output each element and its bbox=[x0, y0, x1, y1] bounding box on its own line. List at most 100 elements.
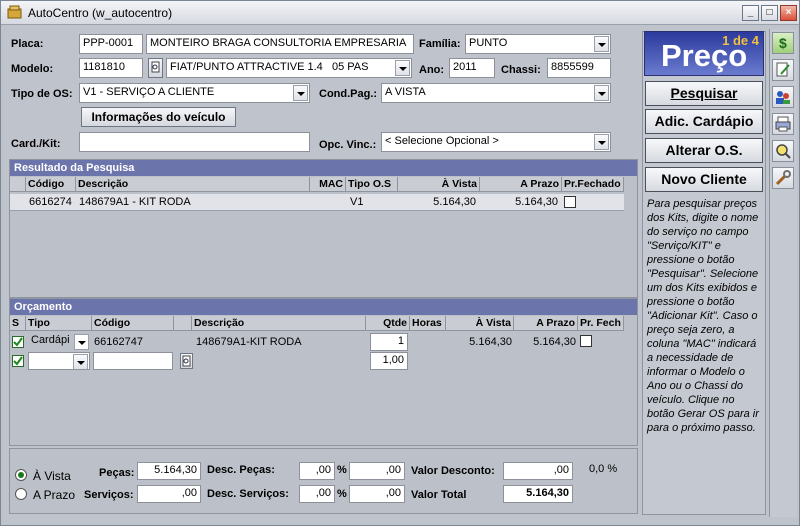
codigo-input[interactable] bbox=[93, 352, 173, 370]
table-row[interactable]: 6616274 148679A1 - KIT RODA V1 5.164,30 … bbox=[10, 194, 624, 211]
valor-total-field: 5.164,30 bbox=[503, 485, 573, 503]
tipo-os-select[interactable]: V1 - SERVIÇO A CLIENTE bbox=[79, 83, 310, 103]
chevron-down-icon[interactable] bbox=[594, 36, 609, 52]
cell-codigo: 66162747 bbox=[94, 336, 143, 348]
modelo-code-input[interactable]: 1181810 bbox=[79, 58, 143, 78]
search-codigo-button[interactable] bbox=[180, 353, 193, 369]
chevron-down-icon[interactable] bbox=[74, 334, 89, 350]
table-row[interactable]: Cardápi 66162747 148679A1-KIT RODA 1 5.1… bbox=[10, 333, 624, 351]
col-a-vista[interactable]: À Vista bbox=[398, 177, 480, 192]
minimize-button[interactable]: _ bbox=[742, 5, 759, 21]
col-pr-fech[interactable]: Pr. Fech bbox=[578, 316, 624, 331]
cond-pag-select[interactable]: A VISTA bbox=[381, 83, 611, 103]
maximize-button[interactable]: □ bbox=[761, 5, 778, 21]
valor-desconto-pct: 0,0 % bbox=[589, 463, 618, 475]
info-veiculo-button[interactable]: Informações do veículo bbox=[81, 107, 236, 127]
a-prazo-radio[interactable] bbox=[15, 488, 27, 500]
col-codigo[interactable]: Código bbox=[92, 316, 174, 331]
col-a-prazo[interactable]: A Prazo bbox=[514, 316, 578, 331]
tool-search[interactable] bbox=[772, 140, 794, 162]
ano-input[interactable]: 2011 bbox=[449, 58, 495, 78]
col-tipo-os[interactable]: Tipo O.S bbox=[346, 177, 398, 192]
cell-codigo: 6616274 bbox=[29, 196, 72, 208]
placa-label: Placa: bbox=[11, 38, 44, 50]
chevron-down-icon[interactable] bbox=[395, 60, 410, 76]
row-indicator-header bbox=[10, 177, 26, 192]
tool-price[interactable]: $ bbox=[772, 32, 794, 54]
col-horas[interactable]: Horas bbox=[410, 316, 446, 331]
servicos-label: Serviços: bbox=[84, 489, 134, 501]
col-descricao[interactable]: Descrição bbox=[76, 177, 310, 192]
chevron-down-icon[interactable] bbox=[293, 85, 308, 101]
alterar-os-button[interactable]: Alterar O.S. bbox=[645, 138, 763, 163]
desc-servicos-value-field[interactable]: ,00 bbox=[349, 485, 405, 503]
cell-descricao: 148679A1-KIT RODA bbox=[196, 336, 302, 348]
tipo-select[interactable] bbox=[28, 352, 90, 370]
col-codigo[interactable]: Código bbox=[26, 177, 76, 192]
app-icon bbox=[7, 5, 22, 19]
chassi-input[interactable]: 8855599 bbox=[547, 58, 611, 78]
col-a-prazo[interactable]: A Prazo bbox=[480, 177, 562, 192]
card-kit-label: Card./Kit: bbox=[11, 138, 61, 150]
opc-vinc-label: Opc. Vinc.: bbox=[319, 139, 377, 151]
servicos-field[interactable]: ,00 bbox=[137, 485, 201, 503]
panel-title: Preço bbox=[661, 38, 748, 73]
adic-cardapio-button[interactable]: Adic. Cardápio bbox=[645, 109, 763, 134]
card-kit-input[interactable] bbox=[79, 132, 310, 152]
tool-users[interactable] bbox=[772, 86, 794, 108]
close-button[interactable]: × bbox=[780, 5, 797, 21]
desc-servicos-pct-field[interactable]: ,00 bbox=[299, 485, 335, 503]
cliente-nome-field[interactable]: MONTEIRO BRAGA CONSULTORIA EMPRESARIA bbox=[146, 34, 414, 54]
col-mac[interactable]: MAC bbox=[310, 177, 346, 192]
chevron-down-icon[interactable] bbox=[73, 354, 88, 369]
modelo-select[interactable]: FIAT/PUNTO ATTRACTIVE 1.4 05 PAS bbox=[166, 58, 412, 78]
pecas-field[interactable]: 5.164,30 bbox=[137, 462, 201, 480]
desc-pecas-pct-field[interactable]: ,00 bbox=[299, 462, 335, 480]
qtde-input[interactable]: 1 bbox=[370, 333, 408, 351]
familia-select[interactable]: PUNTO bbox=[465, 34, 611, 54]
select-checkbox[interactable] bbox=[12, 336, 24, 348]
a-prazo-label: A Prazo bbox=[33, 488, 76, 502]
chevron-down-icon[interactable] bbox=[594, 85, 609, 101]
chevron-down-icon[interactable] bbox=[594, 134, 609, 150]
pr-fech-checkbox[interactable] bbox=[580, 335, 592, 347]
svg-text:$: $ bbox=[779, 35, 787, 51]
search-modelo-button[interactable] bbox=[148, 58, 163, 78]
totals-panel bbox=[9, 448, 638, 514]
opc-vinc-value: < Selecione Opcional > bbox=[385, 135, 499, 147]
select-checkbox[interactable] bbox=[12, 355, 24, 367]
col-descricao[interactable]: Descrição bbox=[192, 316, 366, 331]
desc-pecas-label: Desc. Peças: bbox=[207, 464, 275, 476]
placa-input[interactable]: PPP-0001 bbox=[79, 34, 143, 54]
check-icon bbox=[13, 337, 23, 347]
col-s[interactable]: S bbox=[10, 316, 26, 331]
magnifier-icon bbox=[776, 144, 791, 159]
cell-a-prazo: 5.164,30 bbox=[533, 336, 576, 348]
tool-edit[interactable] bbox=[772, 59, 794, 81]
desc-pecas-value-field[interactable]: ,00 bbox=[349, 462, 405, 480]
col-a-vista[interactable]: À Vista bbox=[446, 316, 514, 331]
pr-fechado-checkbox[interactable] bbox=[564, 196, 576, 208]
valor-desconto-field[interactable]: ,00 bbox=[503, 462, 573, 480]
title-bar[interactable]: AutoCentro (w_autocentro) _ □ × bbox=[1, 1, 799, 25]
col-pr-fechado[interactable]: Pr.Fechado bbox=[562, 177, 624, 192]
qtde-input[interactable]: 1,00 bbox=[370, 352, 408, 370]
col-qtde[interactable]: Qtde bbox=[366, 316, 410, 331]
check-icon bbox=[13, 356, 23, 366]
tool-print[interactable] bbox=[772, 113, 794, 135]
wrench-icon bbox=[775, 170, 791, 186]
pesquisar-button[interactable]: Pesquisar bbox=[645, 81, 763, 106]
a-vista-radio[interactable] bbox=[15, 469, 27, 481]
resultado-panel: Resultado da Pesquisa Código Descrição M… bbox=[9, 159, 638, 298]
col-tipo[interactable]: Tipo bbox=[26, 316, 92, 331]
tipo-select[interactable]: Cardápi bbox=[28, 333, 90, 351]
col-lookup bbox=[174, 316, 192, 331]
tool-tools[interactable] bbox=[772, 167, 794, 189]
opc-vinc-select[interactable]: < Selecione Opcional > bbox=[381, 132, 611, 152]
novo-cliente-button[interactable]: Novo Cliente bbox=[645, 167, 763, 192]
modelo-desc-value: FIAT/PUNTO ATTRACTIVE 1.4 05 PAS bbox=[170, 61, 369, 73]
price-banner: 1 de 4 Preço bbox=[644, 31, 764, 76]
tipo-value: Cardápi bbox=[31, 334, 70, 346]
users-icon bbox=[776, 91, 790, 104]
table-row[interactable]: 1,00 bbox=[10, 352, 624, 370]
